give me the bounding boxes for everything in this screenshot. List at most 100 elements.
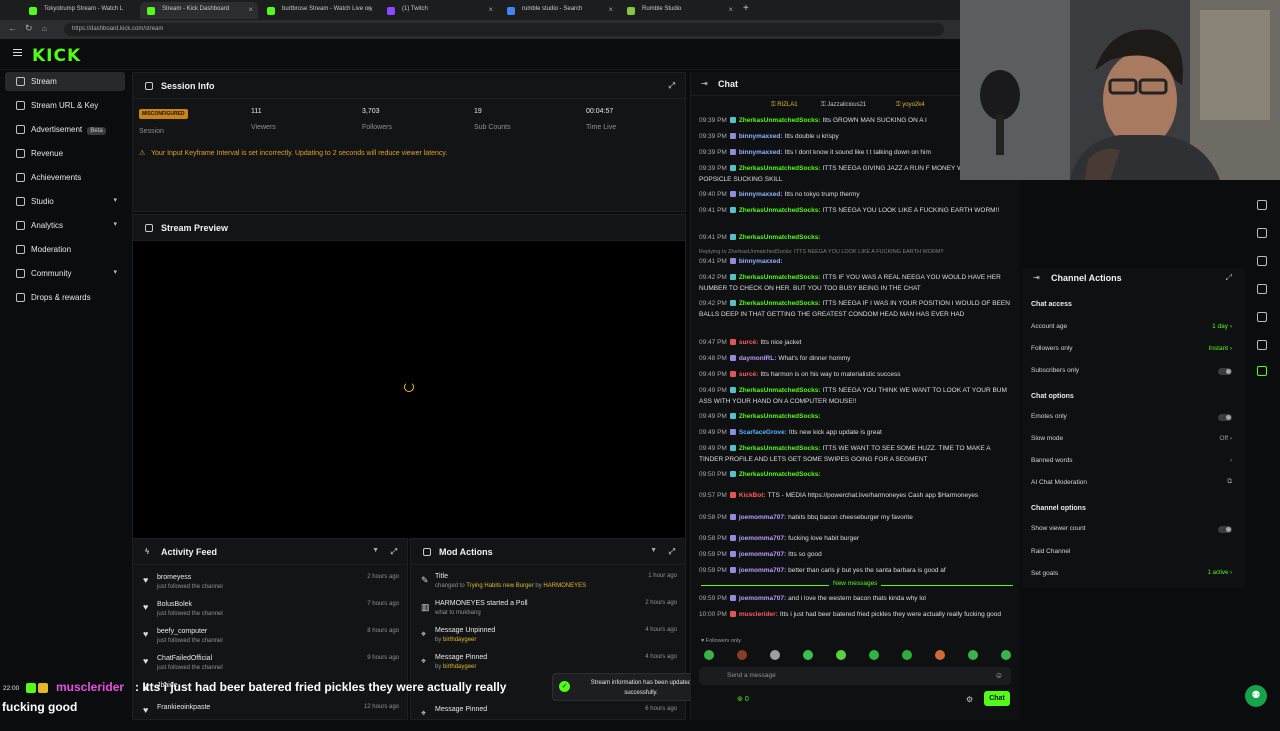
chat-message[interactable]: 10:00 PM musclerider: Itts i just had beer… bbox=[699, 610, 1011, 621]
url-bar[interactable]: https://dashboard.kick.com/stream bbox=[64, 23, 944, 36]
emote-icon[interactable] bbox=[770, 650, 780, 660]
chat-message[interactable]: 09:49 PM ScarfaceGrove: Itts new kick app … bbox=[699, 428, 1011, 439]
detail-user[interactable]: birthdaygeer bbox=[443, 664, 476, 670]
feed-username[interactable]: bromeyess bbox=[157, 574, 191, 581]
message-username[interactable]: joemomma707: bbox=[739, 595, 786, 602]
gifter-2[interactable]: ⚿ Jazzalicious21 bbox=[821, 102, 866, 109]
panel-icon[interactable] bbox=[1257, 228, 1267, 238]
send-chat-button[interactable]: Chat bbox=[984, 691, 1010, 706]
detail-user[interactable]: birthdaygeer bbox=[443, 637, 476, 643]
message-username[interactable]: ScarfaceGrove: bbox=[739, 429, 787, 436]
dashboard-icon[interactable] bbox=[1257, 200, 1267, 210]
feed-username[interactable]: BolusBolek bbox=[157, 601, 192, 608]
feed-username[interactable]: beefy_computer bbox=[157, 628, 207, 635]
chat-input[interactable]: Send a message ☺ bbox=[699, 667, 1011, 685]
points-indicator[interactable]: ⊚ 0 bbox=[737, 695, 749, 703]
chat-message[interactable]: 09:59 PM joemomma707: Itts so good bbox=[699, 550, 1011, 561]
back-icon[interactable]: ← bbox=[8, 23, 17, 33]
expand-icon[interactable]: ⤢ bbox=[391, 547, 397, 557]
chat-message[interactable]: 09:42 PM ZherkasUnmatchedSocks: ITTS IF YO… bbox=[699, 273, 1011, 294]
chat-message[interactable]: 09:58 PM joemomma707: fucking love habit b… bbox=[699, 534, 1011, 545]
slow-mode-setting[interactable]: Off › bbox=[1219, 435, 1232, 442]
message-username[interactable]: ZherkasUnmatchedSocks: bbox=[739, 207, 821, 214]
account-age-label[interactable]: Account age bbox=[1031, 323, 1067, 330]
message-username[interactable]: ZherkasUnmatchedSocks: bbox=[739, 117, 821, 124]
raid-channel-label[interactable]: Raid Channel bbox=[1031, 548, 1070, 555]
emote-icon[interactable] bbox=[836, 650, 846, 660]
chat-message[interactable]: 09:40 PM binnymaxxed: Itts no tokyo trump … bbox=[699, 190, 1011, 201]
emote-icon[interactable] bbox=[935, 650, 945, 660]
account-age-setting[interactable]: 1 day › bbox=[1212, 323, 1232, 330]
viewer-count-toggle[interactable] bbox=[1218, 526, 1232, 533]
chat-message[interactable]: 09:41 PM ZherkasUnmatchedSocks: bbox=[699, 233, 1011, 244]
external-link-icon[interactable]: ⧉ bbox=[1227, 478, 1232, 486]
browser-tab[interactable]: Tokyotrump Stream - Watch L bbox=[22, 2, 138, 19]
sidebar-item-stream[interactable]: Stream bbox=[5, 72, 125, 91]
sidebar-item-stream-url-key[interactable]: Stream URL & Key bbox=[5, 96, 125, 115]
chat-message[interactable]: 09:42 PM ZherkasUnmatchedSocks: ITTS NEEGA… bbox=[699, 299, 1011, 320]
chevron-right-icon[interactable]: › bbox=[1230, 457, 1232, 464]
close-tab-icon[interactable]: × bbox=[728, 5, 733, 14]
chat-message[interactable]: 09:50 PM ZherkasUnmatchedSocks: bbox=[699, 470, 1011, 481]
filter-icon[interactable]: ▼ bbox=[650, 547, 657, 554]
message-username[interactable]: ZherkasUnmatchedSocks: bbox=[739, 387, 821, 394]
sidebar-item-drops-rewards[interactable]: Drops & rewards bbox=[5, 288, 125, 307]
chat-message[interactable]: 09:58 PM joemomma707: habits bbq bacon che… bbox=[699, 513, 1011, 524]
message-username[interactable]: joemomma707: bbox=[739, 551, 786, 558]
detail-user[interactable]: HARMONEYES bbox=[543, 583, 586, 589]
emote-icon[interactable] bbox=[1001, 650, 1011, 660]
message-username[interactable]: ZherkasUnmatchedSocks: bbox=[739, 445, 821, 452]
sidebar-item-community[interactable]: Community ▾ bbox=[5, 264, 125, 283]
message-username[interactable]: binnymaxxed: bbox=[739, 191, 783, 198]
subscribers-only-toggle[interactable] bbox=[1218, 368, 1232, 375]
set-goals-label[interactable]: Set goals bbox=[1031, 570, 1058, 577]
chat-message[interactable]: 09:49 PM ZherkasUnmatchedSocks: bbox=[699, 412, 1011, 423]
followers-only-setting[interactable]: Instant › bbox=[1209, 345, 1233, 352]
chat-message[interactable]: 09:49 PM ZherkasUnmatchedSocks: ITTS WE WA… bbox=[699, 444, 1011, 465]
emotes-only-toggle[interactable] bbox=[1218, 414, 1232, 421]
collapse-panel-icon[interactable]: ⇥ bbox=[1033, 273, 1040, 282]
filter-icon[interactable]: ▼ bbox=[372, 547, 379, 554]
expand-icon[interactable]: ⤢ bbox=[669, 547, 675, 557]
chat-message[interactable]: 09:49 PM surcé: Itts harmon is on his way … bbox=[699, 370, 1011, 381]
emote-icon[interactable] bbox=[869, 650, 879, 660]
chat-message[interactable]: 09:49 PM ZherkasUnmatchedSocks: ITTS NEEGA… bbox=[699, 386, 1011, 407]
collapse-chat-icon[interactable]: ⇥ bbox=[701, 79, 708, 88]
shield-icon[interactable] bbox=[1257, 366, 1267, 376]
sidebar-item-achievements[interactable]: Achievements bbox=[5, 168, 125, 187]
close-tab-icon[interactable]: × bbox=[368, 5, 373, 14]
chat-message[interactable]: 09:59 PM joemomma707: and i love the weste… bbox=[699, 594, 1011, 605]
message-username[interactable]: binnymaxxed: bbox=[739, 258, 783, 265]
emote-icon[interactable] bbox=[704, 650, 714, 660]
kick-logo[interactable]: KICK bbox=[32, 46, 81, 66]
chat-message[interactable]: 09:41 PM binnymaxxed: bbox=[699, 257, 1011, 268]
goals-setting[interactable]: 1 active › bbox=[1208, 570, 1232, 576]
browser-tab[interactable]: rumble studio - Search × bbox=[500, 2, 618, 19]
chat-message[interactable]: 09:48 PM daymonIRL: What's for dinner homm… bbox=[699, 354, 1011, 365]
chat-message[interactable]: 09:59 PM joemomma707: better than carls jr… bbox=[699, 566, 1011, 577]
help-icon[interactable]: ⚉ bbox=[1245, 685, 1267, 707]
followers-only-label[interactable]: Followers only bbox=[1031, 345, 1073, 352]
new-messages-divider[interactable]: New messages bbox=[701, 580, 1013, 590]
message-username[interactable]: surcé: bbox=[739, 371, 759, 378]
emoji-icon[interactable]: ☺ bbox=[995, 671, 1003, 680]
message-username[interactable]: joemomma707: bbox=[739, 535, 786, 542]
message-username[interactable]: joemomma707: bbox=[739, 514, 786, 521]
reply-context[interactable]: Replying to ZherkasUnmatchedSocks: ITTS … bbox=[699, 247, 1011, 258]
browser-tab[interactable]: (1) Twitch × bbox=[380, 2, 498, 19]
slow-mode-label[interactable]: Slow mode bbox=[1031, 435, 1063, 442]
sidebar-item-analytics[interactable]: Analytics ▾ bbox=[5, 216, 125, 235]
chat-message[interactable]: 09:47 PM surcé: Itts nice jacket bbox=[699, 338, 1011, 349]
emote-icon[interactable] bbox=[737, 650, 747, 660]
ai-moderation-label[interactable]: AI Chat Moderation bbox=[1031, 479, 1087, 486]
list-icon[interactable] bbox=[1257, 284, 1267, 294]
feed-username[interactable]: ChatFailedOfficial bbox=[157, 655, 212, 662]
browser-tab[interactable]: Rumble Studio × bbox=[620, 2, 738, 19]
banned-words-label[interactable]: Banned words bbox=[1031, 457, 1073, 464]
close-tab-icon[interactable]: × bbox=[248, 5, 253, 14]
video-icon[interactable] bbox=[1257, 256, 1267, 266]
message-username[interactable]: surcé: bbox=[739, 339, 759, 346]
message-username[interactable]: ZherkasUnmatchedSocks: bbox=[739, 413, 821, 420]
wrench-icon[interactable] bbox=[1257, 340, 1267, 350]
message-username[interactable]: binnymaxxed: bbox=[739, 149, 783, 156]
